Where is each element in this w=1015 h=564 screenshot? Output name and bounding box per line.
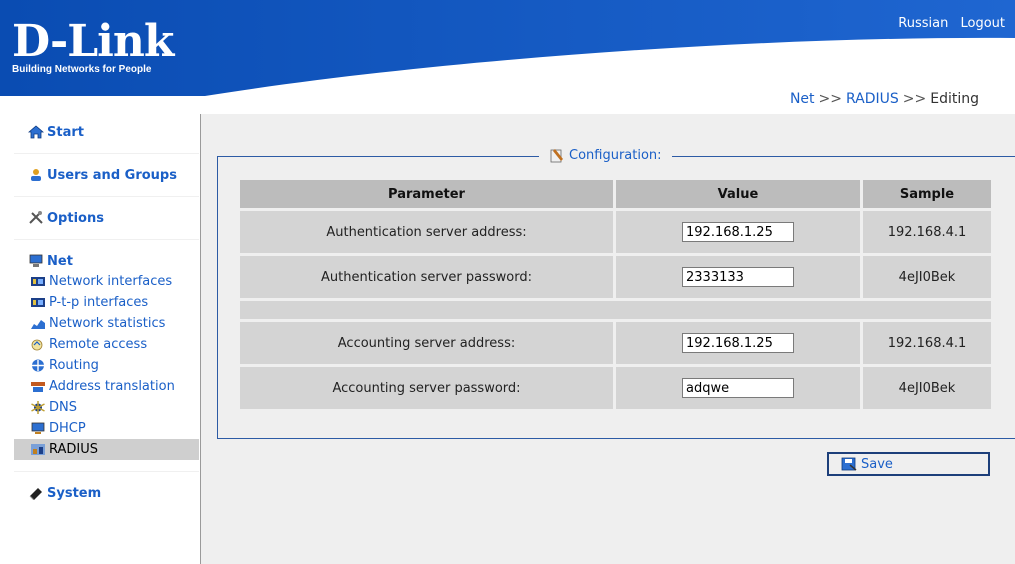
sidebar: Start Users and Groups Options Net Netwo… xyxy=(14,114,199,564)
breadcrumb-net[interactable]: Net xyxy=(790,91,815,107)
sidebar-item-label: Remote access xyxy=(49,337,148,352)
main-panel: Configuration: Parameter Value Sample Au… xyxy=(201,114,1015,564)
sidebar-item-network-statistics[interactable]: Network statistics xyxy=(14,313,199,334)
sidebar-item-network-interfaces[interactable]: Network interfaces xyxy=(14,271,199,292)
sample-value: 192.168.4.1 xyxy=(863,211,991,253)
configuration-icon xyxy=(550,149,563,163)
sidebar-start[interactable]: Start xyxy=(14,122,199,142)
remote-access-icon xyxy=(31,339,43,351)
sidebar-item-dns[interactable]: DNS xyxy=(14,397,199,418)
sidebar-item-ptp-interfaces[interactable]: P-t-p interfaces xyxy=(14,292,199,313)
table-row: Authentication server address: 192.168.4… xyxy=(240,211,991,253)
sidebar-options-label: Options xyxy=(47,210,104,226)
sidebar-item-label: Address translation xyxy=(49,379,175,394)
sidebar-system-label: System xyxy=(47,485,102,501)
logout-link[interactable]: Logout xyxy=(960,16,1005,31)
sidebar-item-label: Network interfaces xyxy=(49,274,173,289)
options-icon xyxy=(29,211,43,224)
configuration-fieldset: Configuration: Parameter Value Sample Au… xyxy=(217,147,1015,439)
table-header-row: Parameter Value Sample xyxy=(240,180,991,208)
sidebar-net[interactable]: Net xyxy=(14,251,199,271)
routing-icon xyxy=(32,359,44,372)
users-icon xyxy=(31,169,41,181)
sidebar-item-routing[interactable]: Routing xyxy=(14,355,199,376)
dlink-logo: D-Link Building Networks for People xyxy=(12,16,174,76)
sidebar-item-label: RADIUS xyxy=(49,442,99,457)
sidebar-users-label: Users and Groups xyxy=(47,167,177,183)
table-row: Authentication server password: 4eJI0Bek xyxy=(240,256,991,298)
sidebar-item-address-translation[interactable]: Address translation xyxy=(14,376,199,397)
sidebar-options[interactable]: Options xyxy=(14,208,199,228)
sidebar-item-remote-access[interactable]: Remote access xyxy=(14,334,199,355)
sidebar-item-label: Routing xyxy=(49,358,99,373)
configuration-legend-label: Configuration: xyxy=(569,147,662,163)
parameter-label: Accounting server password: xyxy=(240,367,613,409)
sidebar-item-dhcp[interactable]: DHCP xyxy=(14,418,199,439)
breadcrumb-radius[interactable]: RADIUS xyxy=(846,91,899,107)
breadcrumb-separator: >> xyxy=(818,91,842,107)
value-cell xyxy=(616,322,860,364)
sidebar-item-radius[interactable]: RADIUS xyxy=(14,439,199,460)
header: D-Link Building Networks for People Russ… xyxy=(0,0,1015,96)
top-links: Russian Logout xyxy=(890,16,1005,31)
configuration-legend: Configuration: xyxy=(539,147,672,163)
value-cell xyxy=(616,367,860,409)
column-header-parameter: Parameter xyxy=(240,180,613,208)
sidebar-item-label: DNS xyxy=(49,400,77,415)
column-header-sample: Sample xyxy=(863,180,991,208)
address-translation-icon xyxy=(31,382,45,392)
table-spacer-row xyxy=(240,301,991,319)
auth-server-password-input[interactable] xyxy=(682,267,794,287)
acct-server-address-input[interactable] xyxy=(682,333,794,353)
column-header-value: Value xyxy=(616,180,860,208)
sidebar-item-label: Network statistics xyxy=(49,316,166,331)
dns-icon xyxy=(31,401,45,414)
logo-tagline: Building Networks for People xyxy=(12,64,152,75)
sidebar-item-label: DHCP xyxy=(49,421,86,436)
parameter-label: Authentication server password: xyxy=(240,256,613,298)
parameters-table: Parameter Value Sample Authentication se… xyxy=(237,177,994,412)
network-card-icon xyxy=(31,298,45,307)
save-button-label: Save xyxy=(861,456,893,472)
computer-icon xyxy=(31,422,45,434)
breadcrumb-current: Editing xyxy=(930,91,979,107)
system-icon xyxy=(29,488,42,500)
table-row: Accounting server address: 192.168.4.1 xyxy=(240,322,991,364)
language-link[interactable]: Russian xyxy=(898,16,948,31)
spacer-cell xyxy=(240,301,991,319)
network-card-icon xyxy=(31,277,45,286)
sidebar-start-label: Start xyxy=(47,124,84,140)
breadcrumb: Net >> RADIUS >> Editing xyxy=(790,91,979,107)
auth-server-address-input[interactable] xyxy=(682,222,794,242)
sample-value: 192.168.4.1 xyxy=(863,322,991,364)
sidebar-net-label: Net xyxy=(47,253,73,269)
value-cell xyxy=(616,256,860,298)
home-icon xyxy=(28,125,44,139)
table-row: Accounting server password: 4eJI0Bek xyxy=(240,367,991,409)
sidebar-item-label: P-t-p interfaces xyxy=(49,295,149,310)
sidebar-system[interactable]: System xyxy=(14,483,199,503)
sidebar-users-and-groups[interactable]: Users and Groups xyxy=(14,165,199,185)
computer-icon xyxy=(29,254,43,267)
parameter-label: Authentication server address: xyxy=(240,211,613,253)
parameter-label: Accounting server address: xyxy=(240,322,613,364)
sample-value: 4eJI0Bek xyxy=(863,367,991,409)
breadcrumb-separator: >> xyxy=(902,91,927,107)
save-icon xyxy=(841,457,857,471)
chart-icon xyxy=(31,320,45,329)
radius-icon xyxy=(31,444,45,455)
value-cell xyxy=(616,211,860,253)
acct-server-password-input[interactable] xyxy=(682,378,794,398)
save-button[interactable]: Save xyxy=(827,452,990,476)
sample-value: 4eJI0Bek xyxy=(863,256,991,298)
logo-text: D-Link xyxy=(12,16,174,67)
